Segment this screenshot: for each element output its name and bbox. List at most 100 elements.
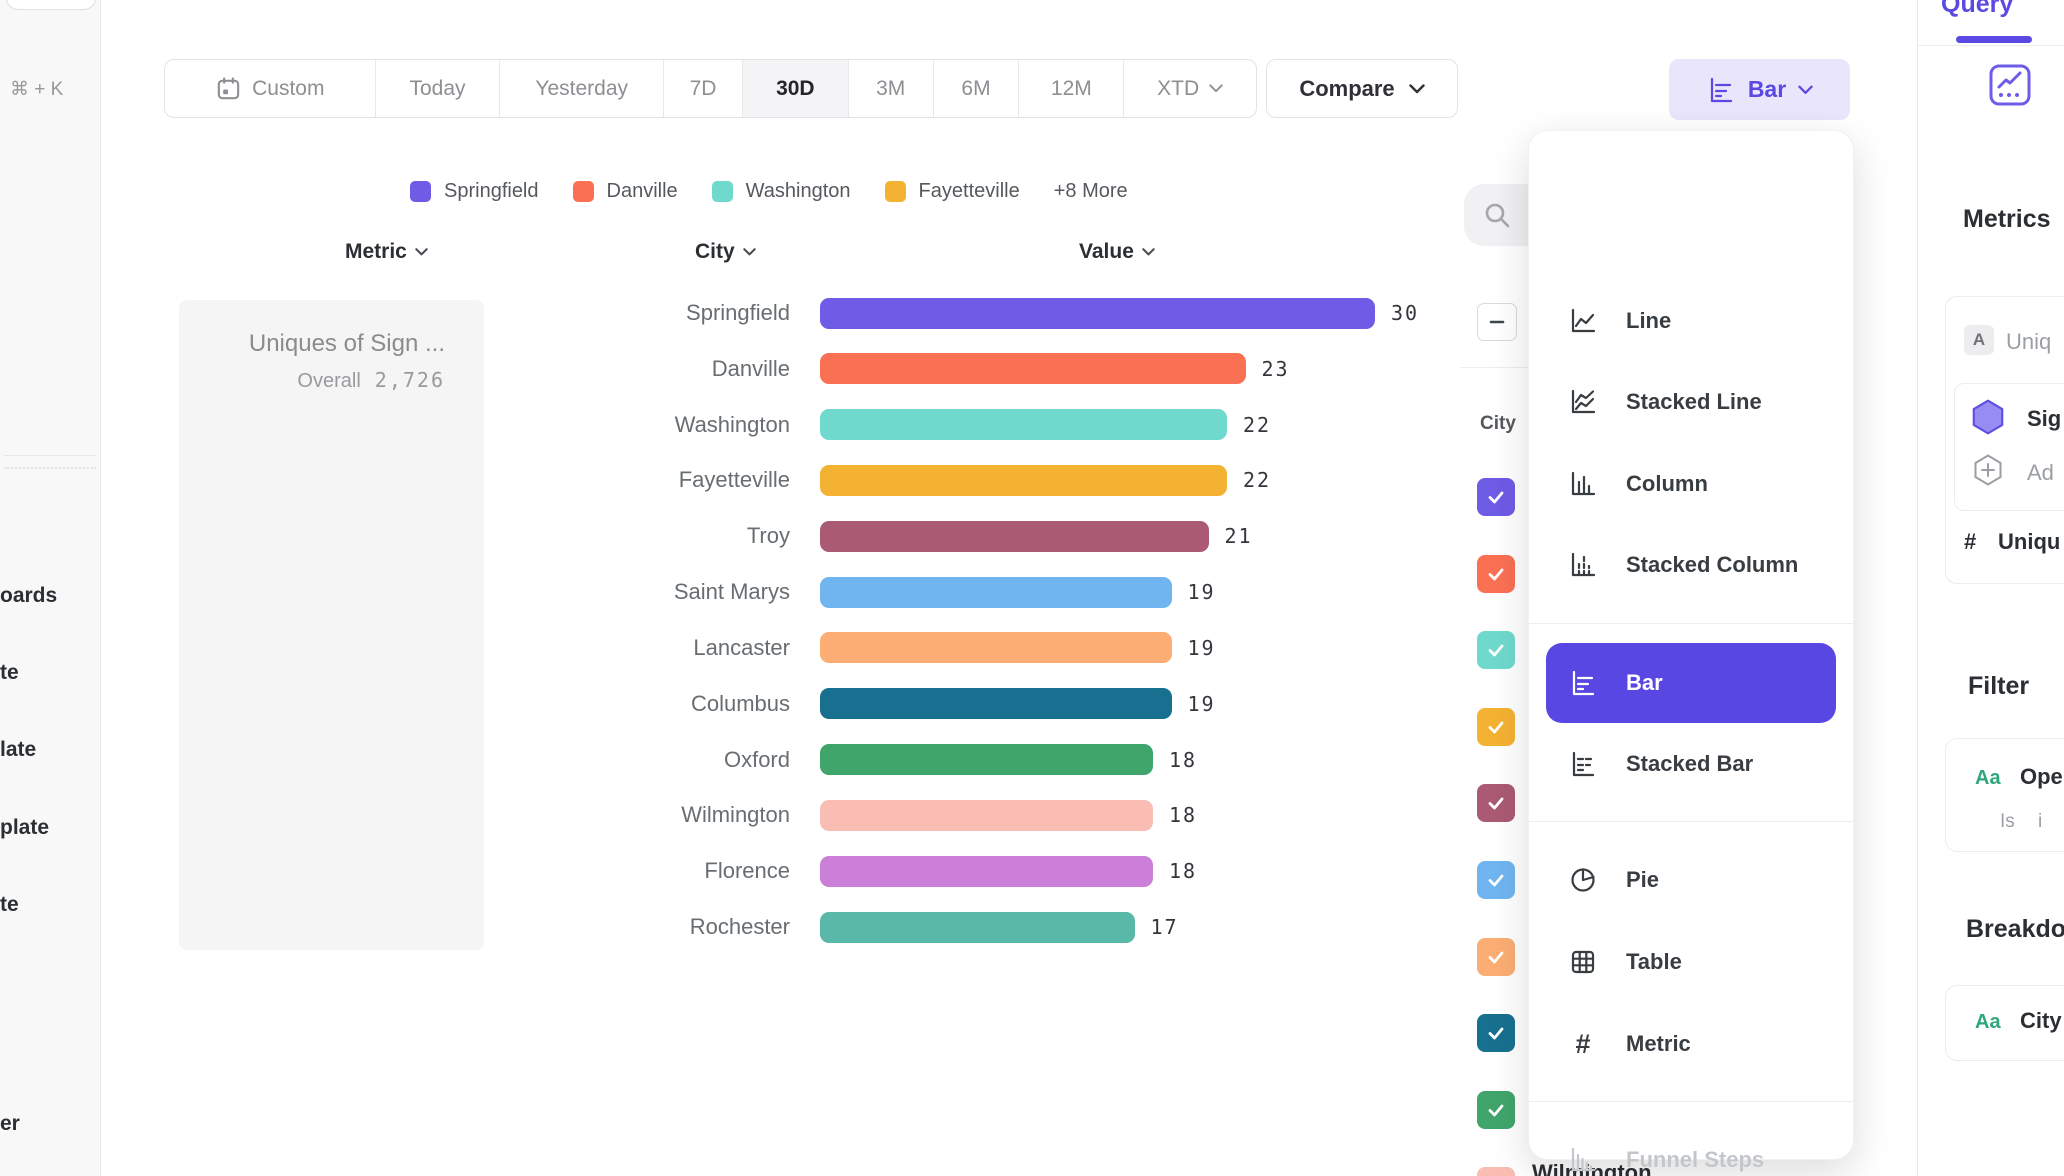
bar-chart-icon [1568,668,1598,698]
bar-value-label: 18 [1169,748,1197,772]
menu-item-stacked-bar[interactable]: Stacked Bar [1529,724,1853,804]
date-range-30d[interactable]: 30D [743,60,849,117]
menu-divider [1529,623,1853,624]
legend-swatch [712,181,733,202]
city-checkbox-checked[interactable] [1477,1014,1515,1052]
city-checkbox-checked[interactable] [1477,784,1515,822]
date-range-yesterday[interactable]: Yesterday [500,60,664,117]
event-card[interactable]: Sig Ad [1954,383,2064,511]
bar[interactable] [820,298,1375,329]
menu-item-stacked-column[interactable]: Stacked Column [1529,525,1853,605]
sidebar-item-partial[interactable]: plate [0,816,49,840]
filter-card[interactable]: Aa Ope Is i [1945,738,2064,852]
menu-item-column[interactable]: Column [1529,444,1853,524]
line-chart-icon [1568,306,1598,336]
menu-item-label: Metric [1626,1031,1691,1057]
bar-value-label: 19 [1188,692,1216,716]
check-icon [1486,717,1506,737]
bar-category-label: Washington [480,412,790,438]
chevron-down-icon [1209,84,1223,93]
date-range-12m[interactable]: 12M [1019,60,1124,117]
select-all-checkbox[interactable] [1477,303,1517,341]
date-range-custom[interactable]: Custom [165,60,376,117]
bar-value-label: 19 [1188,636,1216,660]
compare-button[interactable]: Compare [1266,59,1458,118]
column-chart-icon [1568,469,1598,499]
menu-item-label: Bar [1626,670,1663,696]
date-range-3m[interactable]: 3M [849,60,934,117]
menu-item-pie[interactable]: Pie [1529,840,1853,920]
bar-chart-icon [1706,75,1736,105]
menu-item-table[interactable]: Table [1529,922,1853,1002]
date-range-today[interactable]: Today [376,60,501,117]
date-range-label: 6M [961,77,990,101]
date-range-xtd[interactable]: XTD [1124,60,1256,117]
date-range-7d[interactable]: 7D [664,60,743,117]
compare-label: Compare [1299,76,1394,102]
bar[interactable] [820,744,1153,775]
city-checkbox-checked[interactable] [1477,555,1515,593]
bar[interactable] [820,409,1227,440]
sidebar-item-partial[interactable]: te [0,661,19,685]
city-checkbox-checked[interactable] [1477,938,1515,976]
legend-item[interactable]: Danville [573,180,678,203]
overall-label: Overall [297,370,360,392]
city-checkbox-checked[interactable] [1477,631,1515,669]
sidebar-item-partial[interactable]: te [0,893,19,917]
bar[interactable] [820,632,1172,663]
legend-item[interactable]: Washington [712,180,851,203]
bar-category-label: Wilmington [480,802,790,828]
menu-item-line[interactable]: Line [1529,281,1853,361]
date-range-label: 3M [876,77,905,101]
legend-swatch [885,181,906,202]
date-range-label: Today [409,77,465,101]
bar[interactable] [820,856,1153,887]
column-header-city[interactable]: City [695,240,756,264]
menu-item-stacked-line[interactable]: Stacked Line [1529,362,1853,442]
city-checkbox-checked[interactable] [1477,478,1515,516]
menu-divider [1529,821,1853,822]
sidebar-search-input[interactable] [6,0,96,10]
insights-chart-icon[interactable] [1988,63,2032,107]
date-range-6m[interactable]: 6M [934,60,1020,117]
bar[interactable] [820,353,1246,384]
menu-item-metric[interactable]: #Metric [1529,1004,1853,1084]
bar-value-label: 19 [1188,580,1216,604]
legend-item[interactable]: Fayetteville [885,180,1020,203]
chart-type-button[interactable]: Bar [1669,59,1850,120]
bar[interactable] [820,465,1227,496]
string-type-icon: Aa [1975,767,2001,790]
metric-card[interactable]: Uniques of Sign ... Overall2,726 [179,300,484,950]
sidebar-item-partial[interactable]: late [0,738,36,762]
check-icon [1486,1100,1506,1120]
column-header-value[interactable]: Value [1079,240,1155,264]
bar[interactable] [820,577,1172,608]
bar[interactable] [820,800,1153,831]
bar[interactable] [820,521,1209,552]
bar[interactable] [820,688,1172,719]
chevron-down-icon [1798,85,1813,95]
city-checkbox-checked[interactable] [1477,1091,1515,1129]
menu-item-bar[interactable]: Bar [1546,643,1836,723]
menu-item-funnel-steps: Funnel Steps [1529,1120,1853,1176]
metric-card-title: Uniques of Sign ... [179,330,445,358]
sidebar-item-partial[interactable]: oards [0,584,57,608]
bar-row: Lancaster19 [480,621,1216,675]
legend-more[interactable]: +8 More [1054,180,1128,203]
breakdown-card[interactable]: Aa City [1945,985,2064,1061]
sidebar-item-partial[interactable]: er [0,1112,20,1136]
metric-letter-badge: A [1964,325,1994,355]
tab-query[interactable]: Query [1941,0,2013,19]
add-event-label[interactable]: Ad [2027,460,2054,486]
city-checkbox-checked[interactable] [1477,708,1515,746]
bar[interactable] [820,912,1135,943]
bar-row: Wilmington18 [480,788,1197,842]
city-checkbox-checked[interactable] [1477,861,1515,899]
bar-row: Florence18 [480,844,1197,898]
minus-icon [1487,312,1507,332]
legend-item[interactable]: Springfield [410,180,539,203]
city-checkbox-checked[interactable] [1477,1167,1515,1176]
column-header-metric[interactable]: Metric [345,240,428,264]
add-event-icon[interactable] [1970,452,2006,488]
menu-item-label: Stacked Bar [1626,751,1753,777]
